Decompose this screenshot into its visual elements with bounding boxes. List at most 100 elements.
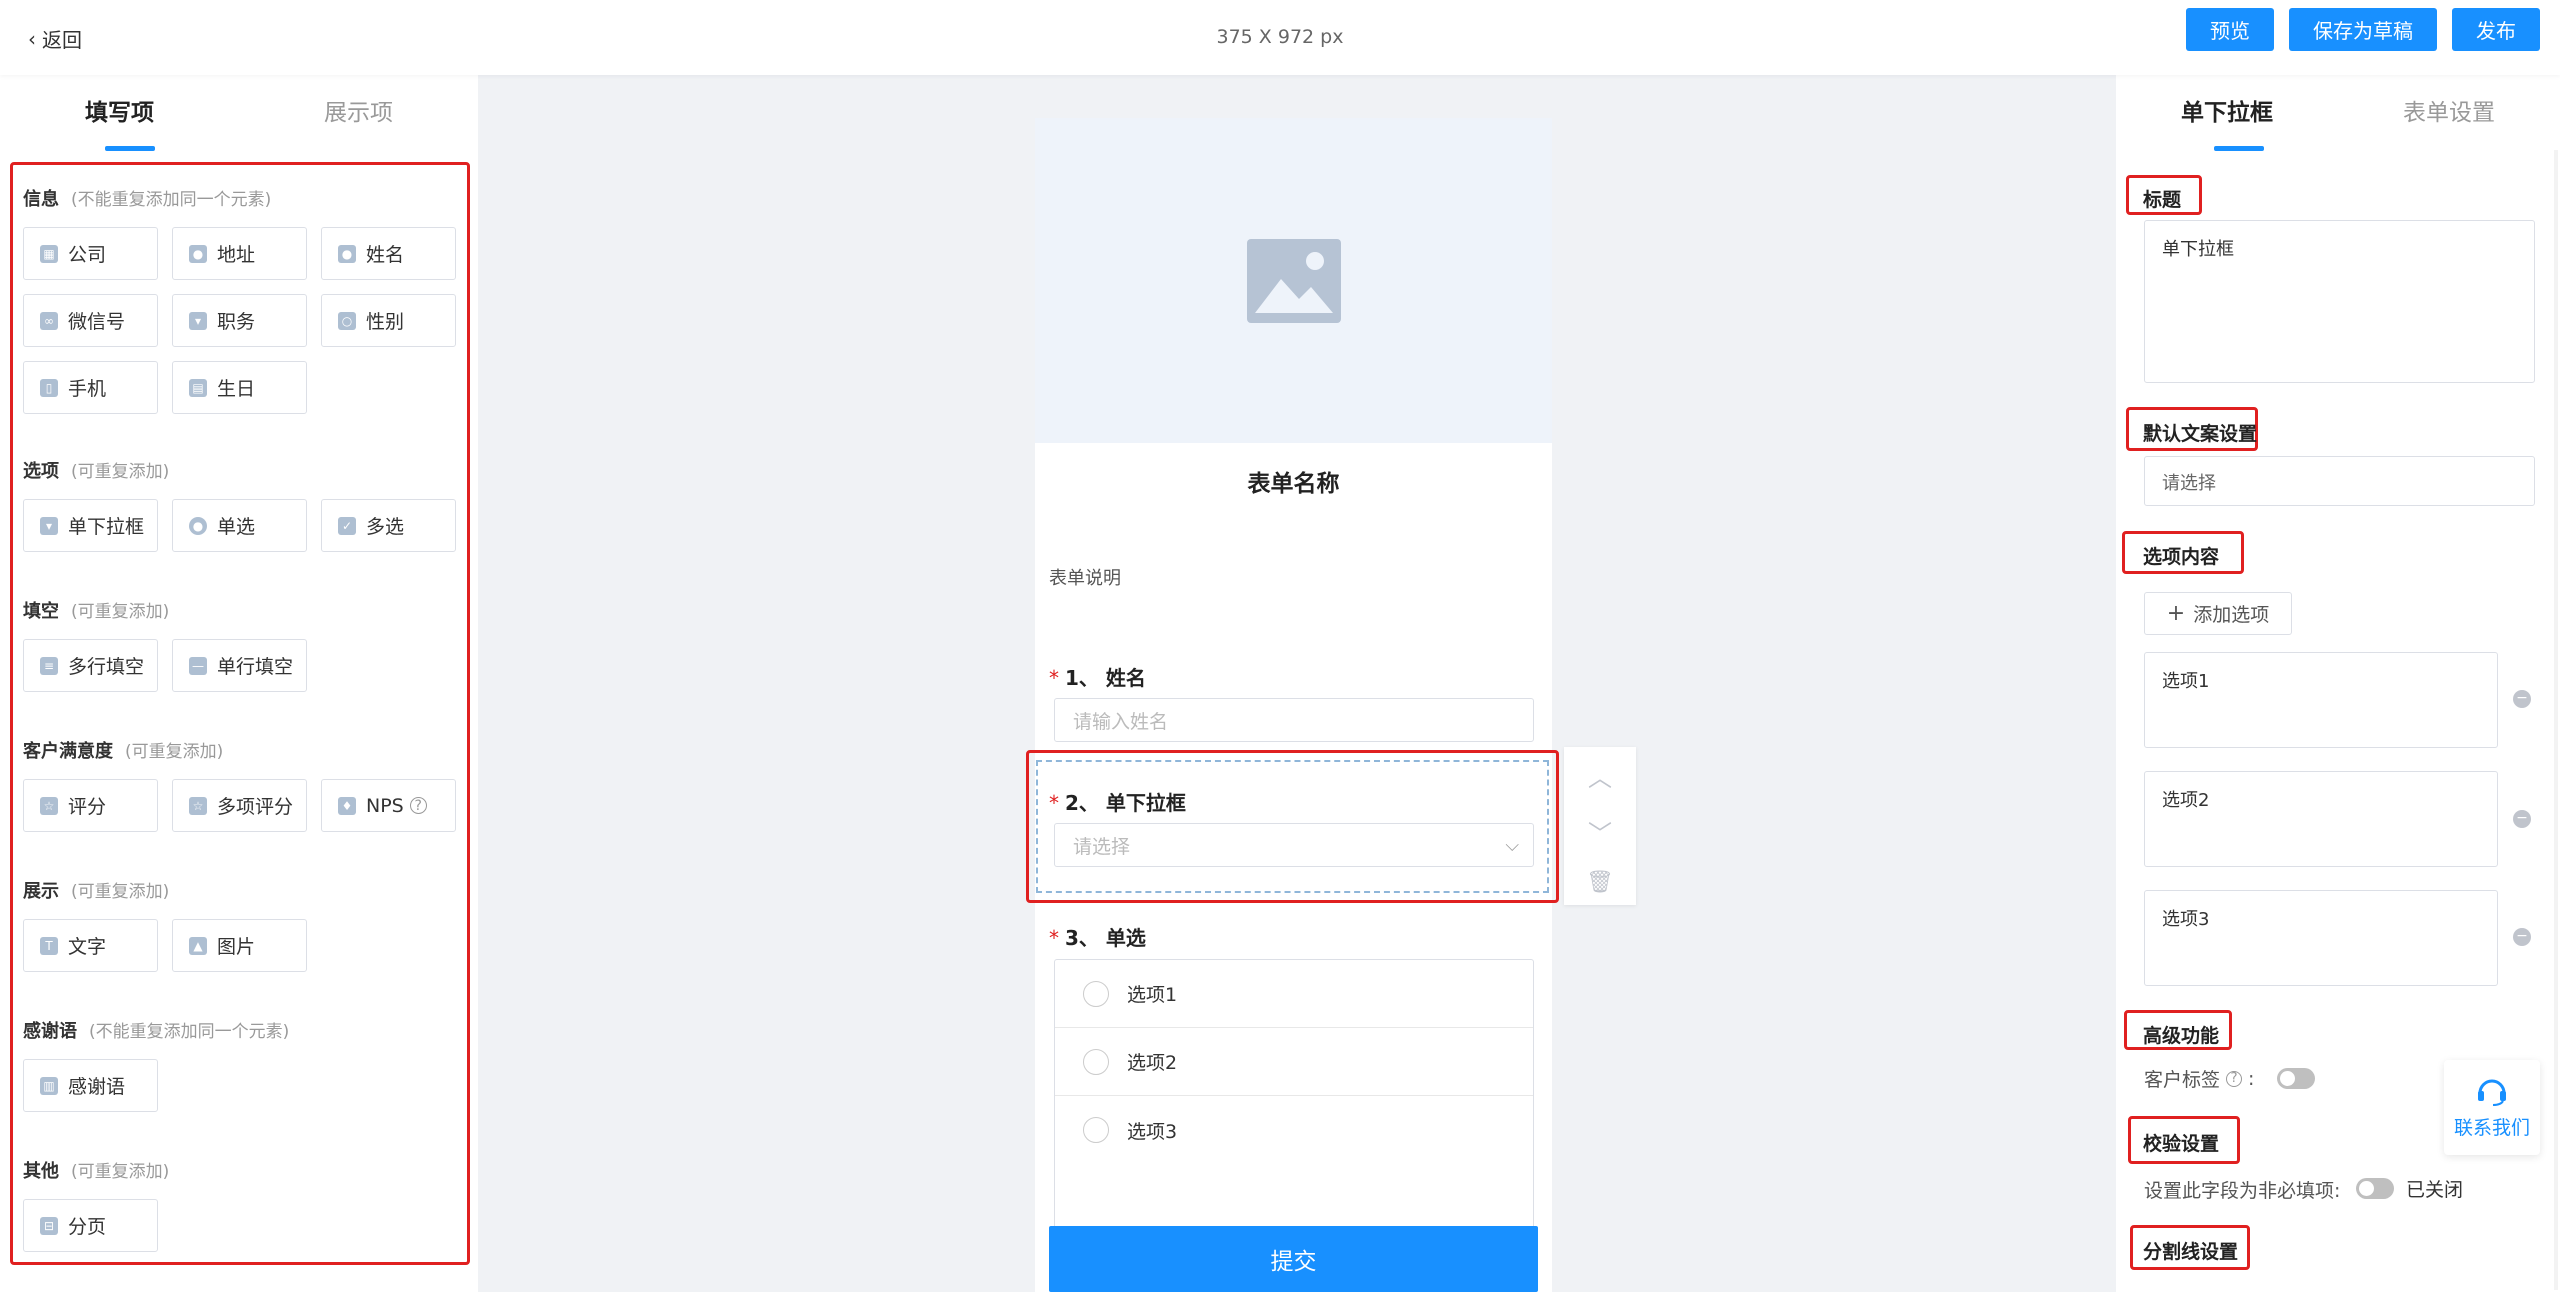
remove-option-icon[interactable]: − — [2513, 810, 2531, 828]
component-thanks[interactable]: ▥ 感谢语 — [23, 1059, 158, 1112]
active-tab-indicator — [105, 146, 155, 151]
add-option-button[interactable]: + 添加选项 — [2144, 592, 2292, 635]
question-toolbar: ︿ ﹀ 🗑 — [1564, 747, 1636, 905]
component-multi-rating[interactable]: ☆ 多项评分 — [172, 779, 307, 832]
component-multi-line[interactable]: ≡ 多行填空 — [23, 639, 158, 692]
component-gender[interactable]: ○ 性别 — [321, 294, 456, 347]
tab-fill-items[interactable]: 填写项 — [0, 75, 239, 151]
radio-option[interactable]: 选项3 — [1055, 1096, 1533, 1164]
page-break-icon: ⊟ — [40, 1216, 58, 1235]
remove-option-icon[interactable]: − — [2513, 928, 2531, 946]
plus-icon: + — [2166, 601, 2186, 626]
option-input[interactable]: 选项1 — [2144, 652, 2498, 748]
radio-icon: ● — [189, 516, 207, 535]
active-tab-indicator — [2214, 146, 2264, 151]
radio-option[interactable]: 选项1 — [1055, 960, 1533, 1028]
remove-option-icon[interactable]: − — [2513, 690, 2531, 708]
title-textarea[interactable]: 单下拉框 — [2144, 220, 2535, 383]
publish-button[interactable]: 发布 — [2452, 8, 2540, 51]
question-3-label: * 3、 单选 — [1049, 926, 1146, 950]
non-required-toggle[interactable] — [2356, 1178, 2394, 1199]
tab-display-items[interactable]: 展示项 — [239, 75, 478, 151]
component-multi-choice[interactable]: ✓ 多选 — [321, 499, 456, 552]
component-dropdown[interactable]: ▾ 单下拉框 — [23, 499, 158, 552]
form-banner[interactable] — [1035, 118, 1552, 443]
default-text-label: 默认文案设置 — [2143, 423, 2258, 445]
preview-button[interactable]: 预览 — [2186, 8, 2274, 51]
group-title-display: 展示 (可重复添加) — [23, 881, 170, 902]
save-draft-button[interactable]: 保存为草稿 — [2289, 8, 2437, 51]
component-company[interactable]: ▦ 公司 — [23, 227, 158, 280]
headset-icon — [2478, 1079, 2506, 1106]
component-page-break[interactable]: ⊟ 分页 — [23, 1199, 158, 1252]
component-rating[interactable]: ☆ 评分 — [23, 779, 158, 832]
multi-star-icon: ☆ — [189, 796, 207, 815]
trash-icon[interactable]: 🗑 — [1586, 870, 1614, 895]
customer-tag-row: 客户标签 ? : — [2144, 1067, 2255, 1092]
question-1-label: * 1、 姓名 — [1049, 666, 1146, 690]
canvas-dimensions: 375 X 972 px — [1216, 26, 1344, 48]
component-job-title[interactable]: ▾ 职务 — [172, 294, 307, 347]
customer-tag-toggle[interactable] — [2277, 1068, 2315, 1089]
component-name[interactable]: ● 姓名 — [321, 227, 456, 280]
help-icon[interactable]: ? — [2226, 1070, 2243, 1087]
gift-icon: ▥ — [40, 1076, 58, 1095]
text-icon: T — [40, 936, 58, 955]
radio-circle-icon — [1083, 1117, 1109, 1143]
default-text-input[interactable]: 请选择 — [2144, 456, 2535, 506]
component-image[interactable]: ▲ 图片 — [172, 919, 307, 972]
radio-circle-icon — [1083, 1048, 1109, 1075]
advanced-label: 高级功能 — [2143, 1025, 2220, 1047]
options-label: 选项内容 — [2143, 546, 2220, 568]
top-bar: ‹ 返回 375 X 972 px 预览 保存为草稿 发布 — [0, 0, 2560, 75]
dropdown-icon: ▾ — [40, 516, 58, 535]
form-description[interactable]: 表单说明 — [1049, 564, 1121, 590]
tab-form-settings[interactable]: 表单设置 — [2338, 75, 2560, 151]
radio-circle-icon — [1083, 980, 1109, 1007]
location-pin-icon: ● — [189, 244, 207, 263]
group-title-satisfaction: 客户满意度 (可重复添加) — [23, 741, 224, 762]
group-title-options: 选项 (可重复添加) — [23, 461, 170, 482]
multiline-icon: ≡ — [40, 656, 58, 675]
group-title-info: 信息 (不能重复添加同一个元素) — [23, 189, 272, 210]
thumbs-up-icon: ♦ — [338, 796, 356, 815]
non-required-label: 设置此字段为非必填项: — [2144, 1180, 2341, 1202]
phone-icon: ▯ — [40, 378, 58, 397]
wechat-icon: ∞ — [40, 311, 58, 330]
calendar-icon: ▤ — [189, 378, 207, 397]
component-text[interactable]: T 文字 — [23, 919, 158, 972]
title-label: 标题 — [2143, 189, 2182, 211]
form-title[interactable]: 表单名称 — [1035, 464, 1552, 498]
tie-icon: ▾ — [189, 311, 207, 330]
move-up-icon[interactable]: ︿ — [1588, 758, 1612, 793]
image-placeholder-icon — [1246, 238, 1341, 323]
radio-option[interactable]: 选项2 — [1055, 1028, 1533, 1096]
contact-us-button[interactable]: 联系我们 — [2444, 1060, 2540, 1155]
contact-us-label: 联系我们 — [2453, 1117, 2530, 1139]
divider-label: 分割线设置 — [2143, 1241, 2239, 1263]
required-mark: * — [1049, 666, 1059, 690]
component-palette: 信息 (不能重复添加同一个元素) ▦ 公司 ● 地址 ● 姓名 ∞ 微信号 ▾ 职务 ○ 性别… — [10, 162, 470, 1265]
option-input[interactable]: 选项2 — [2144, 771, 2498, 867]
group-title-fill: 填空 (可重复添加) — [23, 601, 170, 622]
component-single-choice[interactable]: ● 单选 — [172, 499, 307, 552]
option-input[interactable]: 选项3 — [2144, 890, 2498, 986]
settings-scrollbar[interactable] — [2554, 150, 2558, 1290]
component-phone[interactable]: ▯ 手机 — [23, 361, 158, 414]
component-nps[interactable]: ♦ NPS? — [321, 779, 456, 832]
checkbox-icon: ✓ — [338, 516, 356, 535]
component-address[interactable]: ● 地址 — [172, 227, 307, 280]
component-wechat[interactable]: ∞ 微信号 — [23, 294, 158, 347]
component-single-line[interactable]: — 单行填空 — [172, 639, 307, 692]
submit-button[interactable]: 提交 — [1049, 1226, 1538, 1292]
component-birthday[interactable]: ▤ 生日 — [172, 361, 307, 414]
name-input[interactable]: 请输入姓名 — [1054, 698, 1534, 742]
help-icon[interactable]: ? — [409, 797, 427, 814]
person-icon: ● — [338, 244, 356, 263]
move-down-icon[interactable]: ﹀ — [1588, 814, 1612, 849]
selected-question-highlight — [1026, 750, 1559, 903]
tab-dropdown-settings[interactable]: 单下拉框 — [2116, 75, 2338, 151]
validation-label: 校验设置 — [2143, 1133, 2220, 1155]
component-panel: 填写项 展示项 信息 (不能重复添加同一个元素) ▦ 公司 ● 地址 ● 姓名 ∞ 微信号… — [0, 75, 478, 1292]
star-icon: ☆ — [40, 796, 58, 815]
